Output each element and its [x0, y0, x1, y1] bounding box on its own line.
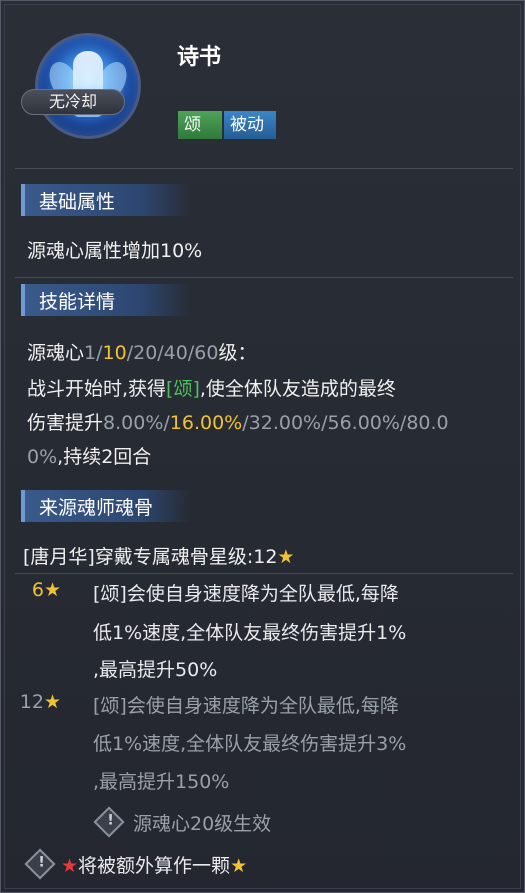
warning-glyph: ! [38, 854, 45, 871]
section-source-header: 来源魂师魂骨 [21, 490, 191, 522]
detail-line-1: 战斗开始时,获得[颂],使全体队友造成的最终 [27, 374, 396, 401]
detail-text: 伤害提升 [27, 412, 104, 434]
skill-icon [35, 33, 145, 143]
detail-text: ,持续2回合 [57, 446, 152, 468]
section-basic-title: 基础属性 [39, 191, 116, 213]
bonus-6-number: 6 [31, 579, 44, 601]
level-rest: /20/40/60 [126, 342, 219, 364]
equip-line: [唐月华]穿戴专属魂骨星级:12★ [23, 542, 294, 569]
value-rest: /32.00%/56.00%/80.0 [242, 412, 449, 434]
red-star-icon: ★ [61, 855, 79, 877]
section-details-header: 技能详情 [21, 284, 191, 316]
skill-name: 诗书 [177, 45, 222, 70]
detail-line-2: 伤害提升8.00%/16.00%/32.00%/56.00%/80.0 [27, 408, 449, 435]
bonus-12-line-2: 低1%速度,全体队友最终伤害提升3% [93, 733, 407, 755]
level-current: 10 [102, 342, 127, 364]
bonus-6-line-1: [颂]会使自身速度降为全队最低,每降 [93, 583, 399, 605]
equip-text: [唐月华]穿戴专属魂骨星级:12 [23, 546, 278, 568]
bonus-6-line-3: ,最高提升50% [93, 659, 218, 681]
level-line: 源魂心1/10/20/40/60级： [27, 338, 256, 365]
effect-note: 源魂心20级生效 [133, 813, 272, 835]
tag-passive: 被动 [224, 111, 276, 139]
divider [15, 277, 513, 278]
bonus-12-number: 12 [19, 691, 44, 713]
section-details-title: 技能详情 [39, 291, 116, 313]
value-rest: 0% [27, 446, 58, 468]
basic-attribute-text: 源魂心属性增加10% [27, 240, 203, 262]
value-lv1: 8.00%/ [103, 412, 170, 434]
star-icon: ★ [277, 546, 295, 568]
star-icon: ★ [43, 579, 61, 601]
tag-song: 颂 [178, 111, 222, 139]
skill-tooltip-panel: 无冷却 诗书 颂 被动 基础属性 源魂心属性增加10% 技能详情 源魂心1/10… [0, 0, 525, 893]
star-icon: ★ [230, 855, 248, 877]
bonus-12-star-label: 12★ [11, 691, 61, 713]
level-prefix: 源魂心 [27, 342, 85, 364]
cooldown-badge: 无冷却 [21, 89, 125, 115]
level-suffix: 级： [218, 342, 257, 364]
bonus-12-line-3: ,最高提升150% [93, 771, 230, 793]
divider [15, 573, 513, 574]
warning-glyph: ! [107, 812, 114, 829]
detail-line-3: 0%,持续2回合 [27, 442, 151, 469]
star-icon: ★ [43, 691, 61, 713]
level-1: 1/ [84, 342, 103, 364]
bonus-6-star-label: 6★ [11, 579, 61, 601]
extra-note: 将被额外算作一颗 [78, 855, 231, 877]
extra-note-line: ★将被额外算作一颗★ [61, 851, 247, 878]
divider [15, 168, 513, 169]
value-current: 16.00% [169, 412, 243, 434]
bonus-6-line-2: 低1%速度,全体队友最终伤害提升1% [93, 622, 407, 644]
detail-text: 战斗开始时,获得 [27, 378, 167, 400]
section-source-title: 来源魂师魂骨 [39, 497, 154, 519]
warning-icon: ! [93, 806, 125, 838]
detail-text: ,使全体队友造成的最终 [199, 378, 396, 400]
buff-name: [颂] [166, 378, 200, 400]
warning-icon: ! [24, 848, 56, 880]
section-basic-header: 基础属性 [21, 184, 191, 216]
bonus-12-line-1: [颂]会使自身速度降为全队最低,每降 [93, 695, 399, 717]
